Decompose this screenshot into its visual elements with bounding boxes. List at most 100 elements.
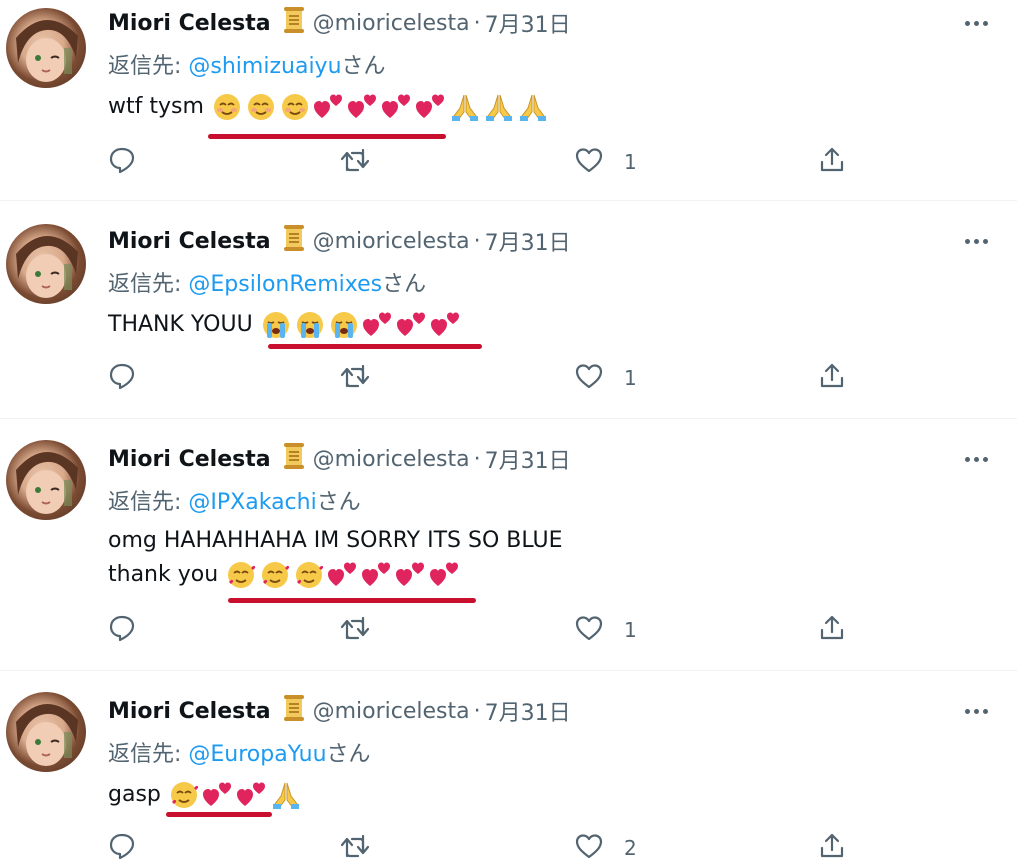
- like-count: 1: [624, 366, 637, 390]
- more-icon[interactable]: [959, 231, 993, 251]
- like-icon: [574, 614, 604, 646]
- reply-mention[interactable]: @IPXakachi: [188, 490, 316, 515]
- share-button[interactable]: [818, 146, 846, 178]
- reply-suffix: さん: [341, 54, 386, 79]
- retweet-button[interactable]: [340, 832, 370, 864]
- two-hearts-emoji: [236, 780, 270, 810]
- tweet-date[interactable]: 7月31日: [485, 443, 571, 475]
- like-count: 2: [624, 836, 637, 860]
- tweet-date[interactable]: 7月31日: [485, 225, 571, 257]
- scroll-icon: [283, 225, 305, 257]
- tweet-date[interactable]: 7月31日: [485, 695, 571, 727]
- tweet[interactable]: Miori Celesta @mioricelesta · 7月31日 返信先:…: [0, 200, 1017, 419]
- emoji-row: [260, 310, 464, 340]
- author-name[interactable]: Miori Celesta: [108, 447, 271, 472]
- separator-dot: ·: [473, 228, 481, 254]
- separator-dot: ·: [473, 698, 481, 724]
- author-handle[interactable]: @mioricelesta: [313, 11, 470, 36]
- reply-mention[interactable]: @EpsilonRemixes: [188, 272, 382, 297]
- two-hearts-emoji: [381, 92, 415, 122]
- retweet-button[interactable]: [340, 362, 370, 394]
- tweet-header: Miori Celesta @mioricelesta · 7月31日: [108, 6, 571, 40]
- annotation-underline: [166, 812, 272, 817]
- share-icon: [818, 146, 846, 178]
- two-hearts-emoji: [362, 310, 396, 340]
- folded-hands-emoji: [483, 92, 517, 122]
- annotation-underline: [268, 344, 482, 349]
- avatar[interactable]: [6, 692, 86, 772]
- tweet-text-line: omg HAHAHHAHA IM SORRY ITS SO BLUE: [108, 528, 563, 553]
- reply-prefix: 返信先:: [108, 490, 189, 515]
- tweet[interactable]: Miori Celesta @mioricelesta · 7月31日 返信先:…: [0, 670, 1017, 867]
- reply-button[interactable]: [108, 362, 136, 394]
- like-icon: [574, 362, 604, 394]
- author-name[interactable]: Miori Celesta: [108, 11, 271, 36]
- separator-dot: ·: [473, 446, 481, 472]
- scroll-icon: [283, 695, 305, 727]
- two-hearts-emoji: [396, 310, 430, 340]
- like-icon: [574, 832, 604, 864]
- smiling-face-with-hearts-emoji: [293, 560, 327, 590]
- action-bar: 1: [108, 614, 868, 650]
- retweet-icon: [340, 832, 370, 864]
- folded-hands-emoji: [517, 92, 551, 122]
- tweet-text-line: thank you: [108, 562, 219, 587]
- reply-button[interactable]: [108, 614, 136, 646]
- tweet-header: Miori Celesta @mioricelesta · 7月31日: [108, 442, 571, 476]
- author-handle[interactable]: @mioricelesta: [313, 229, 470, 254]
- reply-mention[interactable]: @EuropaYuu: [188, 742, 326, 767]
- reply-button[interactable]: [108, 832, 136, 864]
- action-bar: 1: [108, 362, 868, 398]
- share-button[interactable]: [818, 832, 846, 864]
- author-handle[interactable]: @mioricelesta: [313, 699, 470, 724]
- like-button[interactable]: 1: [574, 614, 637, 646]
- two-hearts-emoji: [395, 560, 429, 590]
- emoji-row: [225, 560, 463, 590]
- share-button[interactable]: [818, 362, 846, 394]
- smiling-face-emoji: [245, 92, 279, 122]
- two-hearts-emoji: [415, 92, 449, 122]
- two-hearts-emoji: [347, 92, 381, 122]
- reply-icon: [108, 362, 136, 394]
- more-icon[interactable]: [959, 449, 993, 469]
- more-icon[interactable]: [959, 701, 993, 721]
- folded-hands-emoji: [270, 780, 304, 810]
- retweet-icon: [340, 146, 370, 178]
- emoji-row: [168, 780, 304, 810]
- annotation-underline: [208, 134, 446, 139]
- avatar[interactable]: [6, 8, 86, 88]
- retweet-icon: [340, 362, 370, 394]
- reply-prefix: 返信先:: [108, 54, 189, 79]
- more-icon[interactable]: [959, 13, 993, 33]
- like-button[interactable]: 1: [574, 146, 637, 178]
- two-hearts-emoji: [202, 780, 236, 810]
- tweet[interactable]: Miori Celesta @mioricelesta · 7月31日 返信先:…: [0, 0, 1017, 201]
- author-handle[interactable]: @mioricelesta: [313, 447, 470, 472]
- tweet-text: gasp: [108, 778, 304, 812]
- reply-prefix: 返信先:: [108, 272, 189, 297]
- two-hearts-emoji: [429, 560, 463, 590]
- retweet-button[interactable]: [340, 614, 370, 646]
- avatar[interactable]: [6, 440, 86, 520]
- reply-button[interactable]: [108, 146, 136, 178]
- reply-icon: [108, 614, 136, 646]
- avatar[interactable]: [6, 224, 86, 304]
- tweet[interactable]: Miori Celesta @mioricelesta · 7月31日 返信先:…: [0, 418, 1017, 671]
- tweet-text: wtf tysm: [108, 90, 551, 124]
- retweet-button[interactable]: [340, 146, 370, 178]
- scroll-icon: [283, 7, 305, 39]
- share-icon: [818, 362, 846, 394]
- smiling-face-emoji: [279, 92, 313, 122]
- like-count: 1: [624, 618, 637, 642]
- smiling-face-with-hearts-emoji: [259, 560, 293, 590]
- author-name[interactable]: Miori Celesta: [108, 699, 271, 724]
- scroll-icon: [283, 443, 305, 475]
- folded-hands-emoji: [449, 92, 483, 122]
- tweet-text-line: wtf tysm: [108, 94, 204, 119]
- reply-mention[interactable]: @shimizuaiyu: [188, 54, 341, 79]
- like-button[interactable]: 2: [574, 832, 637, 864]
- author-name[interactable]: Miori Celesta: [108, 229, 271, 254]
- like-button[interactable]: 1: [574, 362, 637, 394]
- share-button[interactable]: [818, 614, 846, 646]
- tweet-date[interactable]: 7月31日: [485, 7, 571, 39]
